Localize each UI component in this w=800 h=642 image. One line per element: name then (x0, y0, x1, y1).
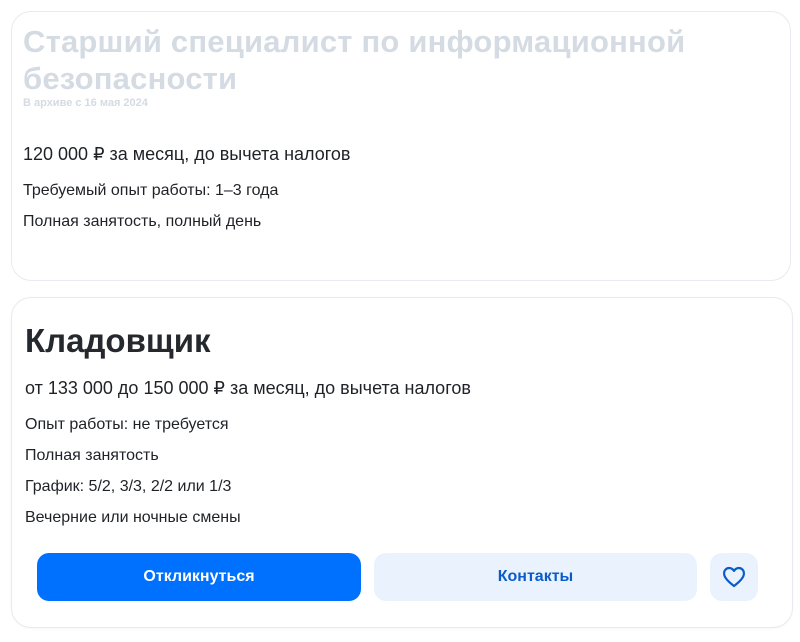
favorite-button[interactable] (710, 553, 758, 601)
vacancy-schedule: График: 5/2, 3/3, 2/2 или 1/3 (25, 478, 232, 495)
vacancy-experience: Опыт работы: не требуется (25, 416, 229, 433)
heart-outline-icon (722, 566, 746, 588)
vacancy-employment: Полная занятость, полный день (23, 213, 262, 230)
vacancy-salary: от 133 000 до 150 000 ₽ за месяц, до выч… (25, 378, 471, 398)
vacancy-shifts: Вечерние или ночные смены (25, 509, 241, 526)
archived-status: В архиве с 16 мая 2024 (23, 97, 148, 109)
vacancy-title[interactable]: Кладовщик (25, 322, 211, 360)
vacancy-salary: 120 000 ₽ за месяц, до вычета налогов (23, 144, 351, 164)
vacancy-employment: Полная занятость (25, 447, 159, 464)
vacancy-experience: Требуемый опыт работы: 1–3 года (23, 182, 279, 199)
vacancy-title[interactable]: Старший специалист по информационной без… (23, 23, 763, 97)
contacts-button[interactable]: Контакты (374, 553, 697, 601)
respond-button[interactable]: Откликнуться (37, 553, 361, 601)
